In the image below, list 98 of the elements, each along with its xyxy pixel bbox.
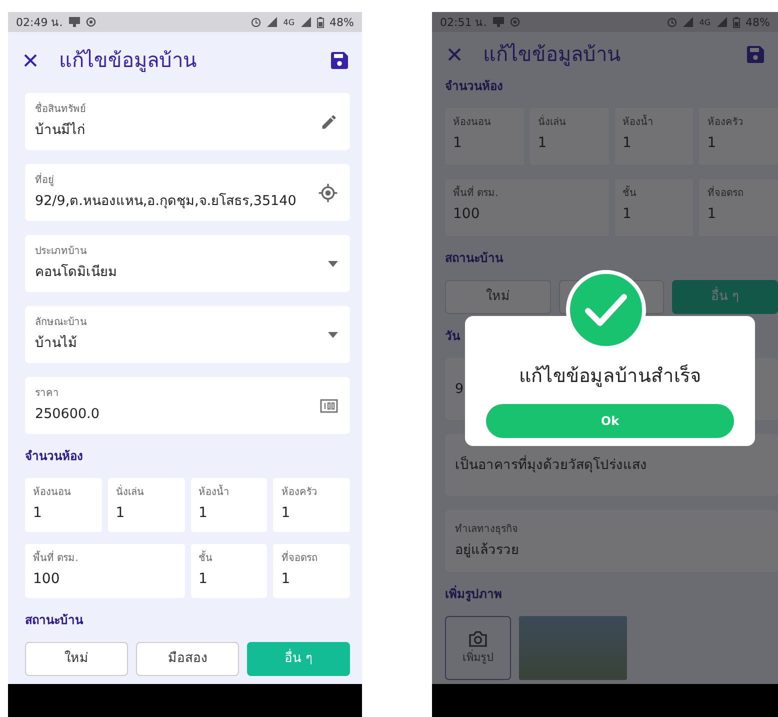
form-field[interactable]: ประเภทบ้าน คอนโดมิเนียม	[25, 235, 350, 292]
status-option-button[interactable]: ใหม่	[25, 642, 128, 676]
field-label: ที่จอดรถ	[281, 552, 318, 565]
battery-level: 48%	[330, 16, 354, 28]
number-field[interactable]: พื้นที่ ตรม. 100	[445, 179, 608, 236]
number-field[interactable]: ห้องนอน 1	[445, 108, 524, 165]
field-value: 1	[707, 206, 716, 223]
section-heading: จำนวนห้อง	[445, 78, 503, 94]
number-field[interactable]: ห้องครัว 1	[273, 478, 350, 532]
network-type: 4G	[283, 18, 295, 26]
battery-level: 48%	[746, 16, 770, 28]
number-field[interactable]: นั่งเล่น 1	[108, 478, 184, 532]
signal-icon	[267, 17, 278, 27]
number-field[interactable]: ห้องครัว 1	[699, 108, 778, 165]
field-label: ห้องนอน	[453, 116, 491, 129]
field-label: นั่งเล่น	[538, 116, 566, 129]
dropdown-caret-icon[interactable]	[328, 332, 338, 338]
status-time: 02:51 น.	[440, 15, 487, 31]
field-value: 1	[281, 571, 290, 588]
field-value: 9	[455, 380, 464, 399]
field-value: 100	[33, 571, 60, 588]
notification-icon	[492, 17, 504, 27]
field-value: 1	[622, 135, 632, 152]
pencil-icon[interactable]	[320, 112, 338, 130]
signal-icon	[716, 17, 727, 27]
battery-icon	[732, 16, 740, 28]
number-field[interactable]: ชั้น 1	[190, 544, 268, 598]
field-label: พื้นที่ ตรม.	[453, 187, 498, 200]
form-field[interactable]: ชื่อสินทรัพย์ บ้านมีไก่	[25, 93, 350, 150]
field-value: 250600.0	[35, 405, 100, 424]
form-field[interactable]: ที่อยู่ 92/9,ต.หนองแหน,อ.กุดชุม,จ.ยโสธร,35140	[25, 164, 350, 221]
dialog-message: แก้ไขข้อมูลบ้านสำเร็จ	[519, 363, 701, 389]
form-field[interactable]: ลักษณะบ้าน บ้านไม้	[25, 306, 350, 363]
field-label: ชั้น	[622, 187, 636, 200]
network-type: 4G	[699, 18, 711, 26]
number-field[interactable]: พื้นที่ ตรม. 100	[25, 544, 184, 598]
section-heading: จำนวนห้อง	[25, 448, 83, 464]
field-label: ราคา	[35, 387, 59, 401]
section-heading: วัน	[445, 328, 460, 344]
field-label: ที่จอดรถ	[707, 187, 744, 200]
section-heading: เพิ่มรูปภาพ	[445, 586, 502, 602]
field-label: ทำเลทางธุรกิจ	[455, 522, 518, 536]
page-title: แก้ไขข้อมูลบ้าน	[59, 48, 198, 72]
number-field[interactable]: ที่จอดรถ 1	[699, 179, 778, 236]
field-value: 92/9,ต.หนองแหน,อ.กุดชุม,จ.ยโสธร,35140	[35, 192, 296, 211]
form-field[interactable]: ราคา 250600.0	[25, 377, 350, 434]
number-field[interactable]: ห้องน้ำ 1	[614, 108, 694, 165]
field-value: 1	[622, 206, 632, 223]
number-field[interactable]: ห้องนอน 1	[25, 478, 102, 532]
field-label: ที่อยู่	[35, 174, 54, 188]
field-value: บ้านมีไก่	[35, 121, 85, 140]
field-value: 1	[33, 505, 42, 522]
field-label: ห้องนอน	[33, 486, 71, 499]
number-field[interactable]: ที่จอดรถ 1	[273, 544, 350, 598]
location-target-icon[interactable]	[318, 182, 338, 202]
section-heading: สถานะบ้าน	[25, 612, 83, 628]
alarm-icon	[251, 17, 262, 27]
field-value: คอนโดมิเนียม	[35, 263, 117, 282]
status-time: 02:49 น.	[16, 15, 63, 31]
field-value: เป็นอาคารที่มุงด้วยวัสดุโปร่งแสง	[455, 455, 647, 475]
field-label: ห้องน้ำ	[622, 116, 654, 129]
field-label: พื้นที่ ตรม.	[33, 552, 78, 565]
circle-icon	[86, 17, 96, 27]
section-heading: สถานะบ้าน	[445, 250, 503, 266]
number-field[interactable]: นั่งเล่น 1	[530, 108, 608, 165]
field-value: อยู่แล้วรวย	[455, 540, 519, 560]
battery-icon	[316, 16, 324, 28]
field-value: 1	[453, 135, 462, 152]
field-label: นั่งเล่น	[116, 486, 144, 499]
field-value: 1	[116, 505, 125, 522]
field-label: ชั้น	[198, 552, 212, 565]
signal-icon	[683, 17, 694, 27]
banknote-icon	[320, 398, 338, 412]
form-field[interactable]: ทำเลทางธุรกิจ อยู่แล้วรวย	[445, 510, 778, 572]
number-field[interactable]: ชั้น 1	[614, 179, 694, 236]
field-value: 1	[281, 505, 290, 522]
dropdown-caret-icon[interactable]	[328, 260, 338, 266]
field-label: ห้องน้ำ	[198, 486, 230, 499]
close-icon[interactable]	[24, 54, 37, 66]
field-label: ห้องครัว	[707, 116, 744, 129]
field-label: ประเภทบ้าน	[35, 245, 87, 259]
field-label: ห้องครัว	[281, 486, 318, 499]
field-value: 1	[707, 135, 716, 152]
field-label: ลักษณะบ้าน	[35, 316, 87, 330]
field-value: 1	[198, 505, 208, 522]
field-value: 1	[198, 571, 208, 588]
camera-icon	[469, 631, 487, 648]
number-field[interactable]: ห้องน้ำ 1	[190, 478, 268, 532]
signal-icon	[300, 17, 311, 27]
circle-icon	[510, 17, 520, 27]
field-value: 1	[538, 135, 547, 152]
status-option-button[interactable]: มือสอง	[136, 642, 239, 676]
page-title: แก้ไขข้อมูลบ้าน	[483, 42, 622, 66]
field-value: บ้านไม้	[35, 334, 77, 353]
alarm-icon	[667, 17, 678, 27]
field-value: 100	[453, 206, 480, 223]
notification-icon	[68, 17, 80, 27]
field-label: ชื่อสินทรัพย์	[35, 103, 86, 117]
